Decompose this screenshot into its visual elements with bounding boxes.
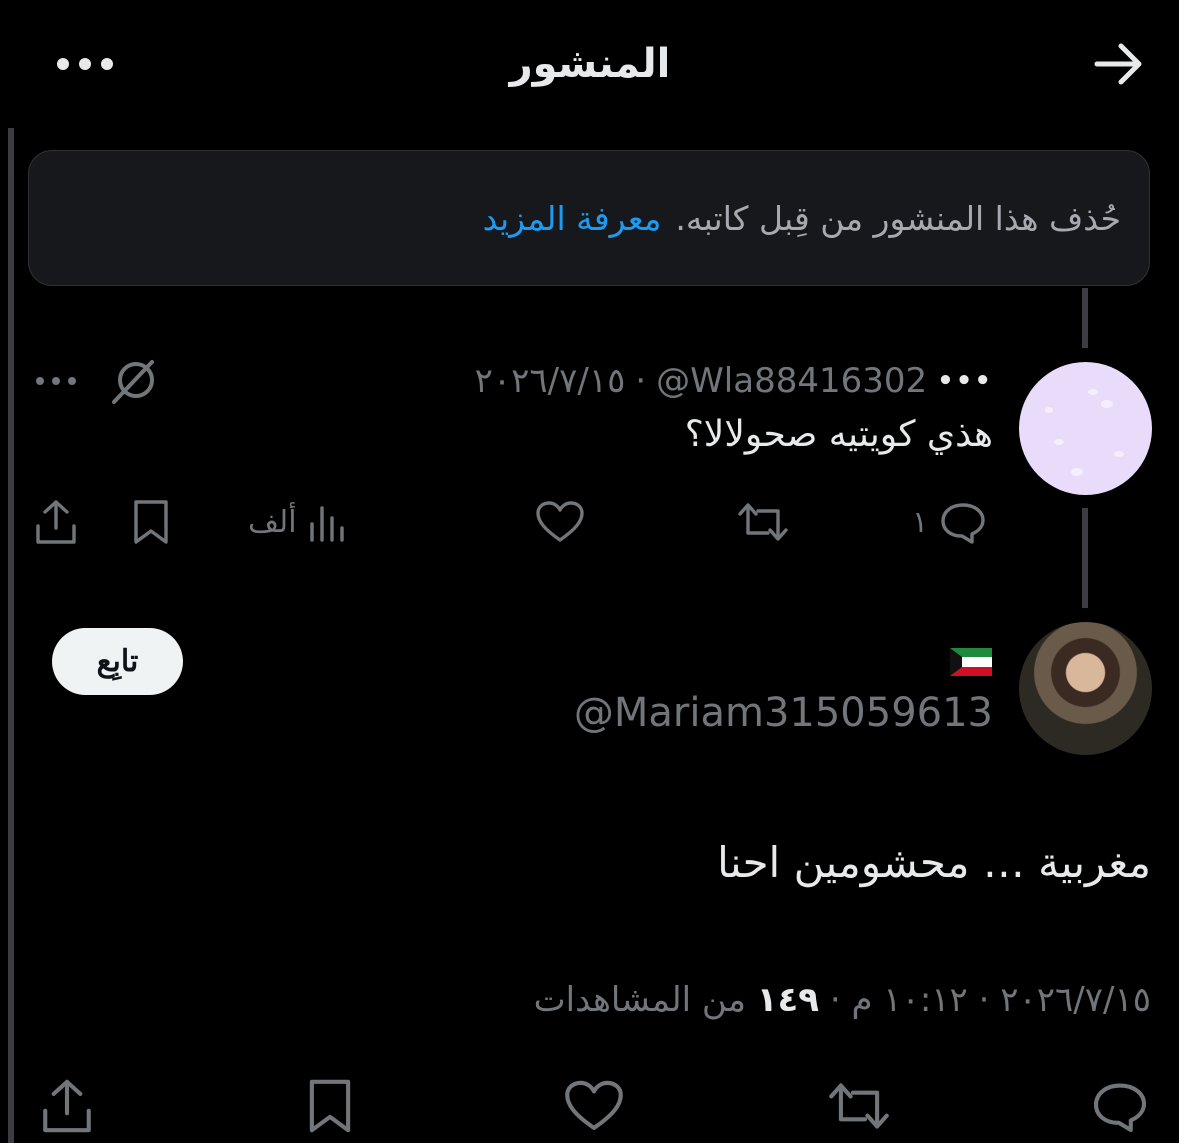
grok-button[interactable] xyxy=(106,354,162,410)
arrow-right-icon xyxy=(1094,43,1142,85)
reply-action[interactable]: ١ xyxy=(912,494,988,550)
post-timestamp: ٢٠٢٦/٧/١٥ · ١٠:١٢ م · xyxy=(819,980,1151,1020)
post-views-label: من المشاهدات xyxy=(533,980,757,1020)
grok-icon xyxy=(112,360,154,404)
post-metadata: ٢٠٢٦/٧/١٥ · ١٠:١٢ م · ١٤٩ من المشاهدات xyxy=(534,980,1151,1020)
more-options-button[interactable] xyxy=(50,40,120,88)
thread-rail xyxy=(8,128,14,1143)
bookmark-icon xyxy=(134,500,168,544)
reply-button[interactable] xyxy=(1090,1076,1150,1136)
reply-separator: · xyxy=(635,361,647,401)
thread-connector xyxy=(1082,508,1088,608)
reply-name-dots: ••• xyxy=(937,366,993,396)
deleted-notice-text: حُذف هذا المنشور من قِبل كاتبه. xyxy=(675,198,1121,238)
views-action[interactable]: ألف xyxy=(248,494,349,550)
avatar[interactable] xyxy=(1019,362,1152,495)
reply-header: ٢٠٢٦/٧/١٥ · @Wla88416302 ••• xyxy=(475,356,993,406)
share-icon xyxy=(36,500,76,544)
post-text: مغربية … محشومين احنا xyxy=(717,838,1151,887)
heart-icon xyxy=(565,1080,623,1130)
share-action[interactable] xyxy=(32,494,80,550)
reply-date: ٢٠٢٦/٧/١٥ xyxy=(474,361,626,401)
thread-connector xyxy=(1082,288,1088,348)
comment-icon xyxy=(1093,1083,1147,1133)
heart-icon xyxy=(536,501,584,542)
learn-more-link[interactable]: معرفة المزيد xyxy=(483,199,662,238)
analytics-icon xyxy=(309,506,344,542)
like-action[interactable] xyxy=(534,494,586,550)
share-button[interactable] xyxy=(38,1076,96,1136)
repost-icon xyxy=(738,503,788,541)
repost-action[interactable] xyxy=(734,494,792,550)
back-button[interactable] xyxy=(1088,36,1150,92)
repost-button[interactable] xyxy=(824,1076,894,1136)
avatar-pattern-icon xyxy=(1045,389,1124,476)
avatar[interactable] xyxy=(1019,622,1152,755)
reply-count: ١ xyxy=(912,504,929,540)
reply-text: هذي كويتيه صحولالا؟ xyxy=(684,414,993,455)
more-horizontal-icon xyxy=(36,377,76,385)
comment-icon xyxy=(941,503,985,544)
more-horizontal-icon xyxy=(57,58,113,70)
share-icon xyxy=(43,1079,91,1133)
page-title: المنشور xyxy=(509,41,671,87)
follow-button[interactable]: تابِع xyxy=(52,628,183,695)
deleted-post-notice: حُذف هذا المنشور من قِبل كاتبه. معرفة ال… xyxy=(28,150,1150,286)
post-views-count[interactable]: ١٤٩ xyxy=(757,980,819,1020)
like-button[interactable] xyxy=(562,1076,626,1136)
reply-more-button[interactable] xyxy=(30,356,82,406)
kuwait-flag-icon xyxy=(950,648,992,676)
views-count: ألف xyxy=(248,504,297,540)
bookmark-icon xyxy=(309,1079,351,1133)
author-handle[interactable]: @Mariam315059613 xyxy=(574,690,993,736)
repost-icon xyxy=(829,1083,889,1129)
bookmark-button[interactable] xyxy=(302,1076,358,1136)
reply-handle[interactable]: @Wla88416302 xyxy=(656,361,927,401)
bookmark-action[interactable] xyxy=(128,494,174,550)
